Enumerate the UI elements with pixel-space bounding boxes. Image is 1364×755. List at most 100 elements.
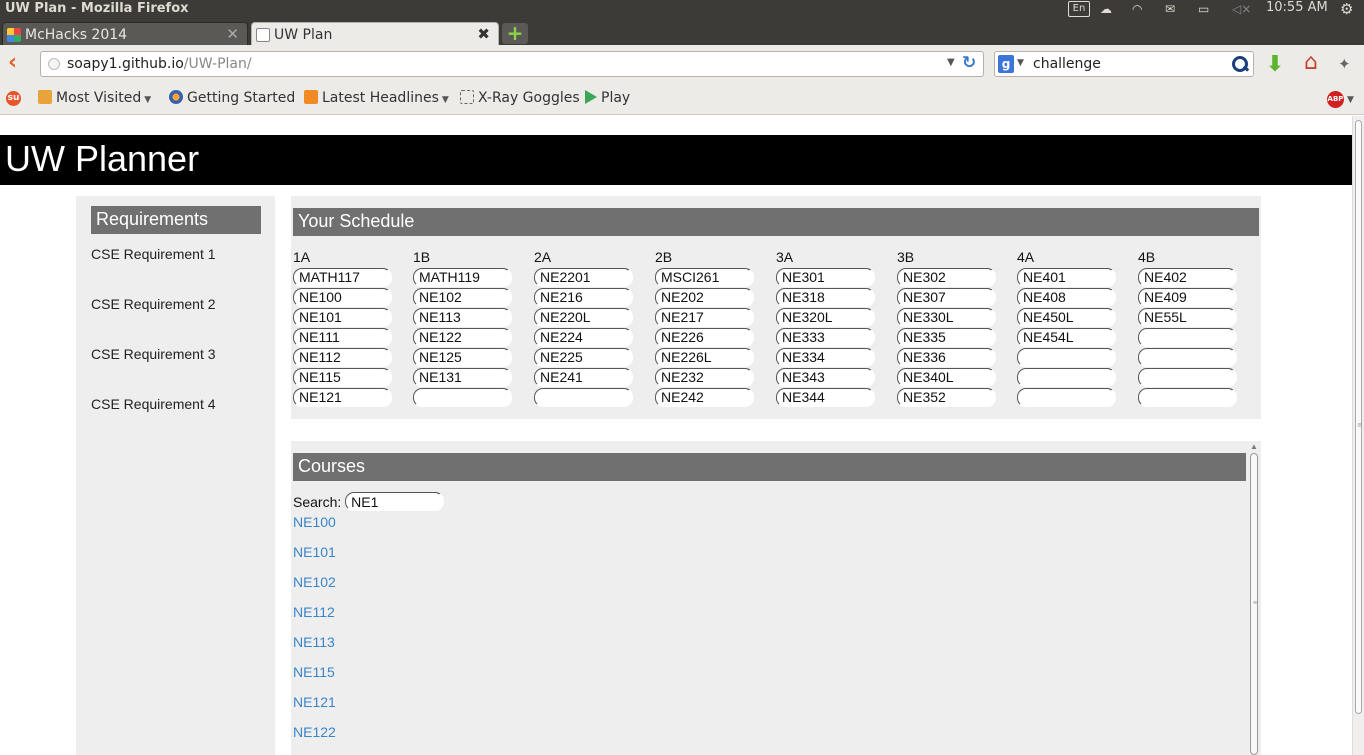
course-slot[interactable] [1017,348,1116,367]
requirement-item[interactable]: CSE Requirement 3 [91,346,216,362]
course-slot[interactable]: NE402 [1138,268,1237,287]
course-slot[interactable]: NE220L [534,308,633,327]
course-slot[interactable] [413,388,512,407]
courses-scrollbar[interactable]: ▲ ≡ [1247,441,1261,755]
course-slot[interactable]: NE125 [413,348,512,367]
course-slot[interactable]: NE333 [776,328,875,347]
course-slot[interactable]: NE335 [897,328,996,347]
course-slot[interactable]: NE112 [293,348,392,367]
course-slot[interactable] [534,388,633,407]
new-tab-plus-icon[interactable]: + [502,23,528,44]
course-slot[interactable] [1017,368,1116,387]
requirement-item[interactable]: CSE Requirement 1 [91,246,216,262]
url-bar[interactable]: soapy1.github.io/UW-Plan/ ▼ ↻ [40,51,984,77]
course-slot[interactable]: NE336 [897,348,996,367]
course-slot[interactable]: NE241 [534,368,633,387]
course-slot[interactable]: NE454L [1017,328,1116,347]
bookmark-play[interactable]: Play [585,90,630,108]
course-slot[interactable]: MATH119 [413,268,512,287]
course-result-link[interactable]: NE112 [293,604,336,634]
course-slot[interactable]: NE131 [413,368,512,387]
course-slot[interactable]: MATH117 [293,268,392,287]
scroll-up-arrow-icon[interactable]: ▲ [1250,442,1258,451]
web-search-input[interactable]: challenge [1033,56,1101,72]
course-slot[interactable]: NE408 [1017,288,1116,307]
course-slot[interactable]: NE450L [1017,308,1116,327]
course-slot[interactable]: NE111 [293,328,392,347]
course-search-input[interactable] [345,492,445,511]
back-arrow-icon[interactable]: ‹ [8,52,26,74]
course-slot[interactable]: NE226 [655,328,754,347]
magnifier-icon[interactable] [1231,55,1249,73]
cloud-icon[interactable]: ☁ [1100,2,1120,18]
home-icon[interactable]: ⌂ [1298,50,1324,76]
keyboard-layout-indicator[interactable]: En [1068,1,1090,17]
course-result-link[interactable]: NE122 [293,724,336,754]
course-slot[interactable]: NE55L [1138,308,1237,327]
volume-muted-icon[interactable]: ◁× [1232,2,1252,18]
adblock-plus-icon[interactable]: ABP [1327,91,1344,108]
course-slot[interactable]: NE401 [1017,268,1116,287]
course-slot[interactable]: NE102 [413,288,512,307]
wifi-icon[interactable]: ◠ [1132,2,1154,18]
requirement-item[interactable]: CSE Requirement 4 [91,396,216,412]
requirement-item[interactable]: CSE Requirement 2 [91,296,216,312]
course-slot[interactable]: NE122 [413,328,512,347]
mail-icon[interactable]: ✉ [1165,2,1185,18]
course-result-link[interactable]: NE113 [293,634,336,664]
courses-scroll-thumb[interactable]: ≡ [1250,453,1258,755]
course-slot[interactable]: NE318 [776,288,875,307]
course-slot[interactable]: NE226L [655,348,754,367]
course-slot[interactable] [1017,388,1116,407]
course-slot[interactable]: NE100 [293,288,392,307]
course-slot[interactable]: NE301 [776,268,875,287]
course-slot[interactable]: NE320L [776,308,875,327]
course-result-link[interactable]: NE115 [293,664,336,694]
course-slot[interactable]: NE330L [897,308,996,327]
page-scroll-thumb[interactable]: ≡ [1355,120,1363,714]
course-slot[interactable]: NE334 [776,348,875,367]
bookmark-getting-started[interactable]: Getting Started [169,90,295,108]
course-slot[interactable]: NE340L [897,368,996,387]
close-tab-icon[interactable]: ✕ [226,25,239,43]
gear-icon[interactable]: ⚙ [1340,0,1360,18]
course-slot[interactable] [1138,328,1237,347]
course-slot[interactable]: NE232 [655,368,754,387]
url-text[interactable]: soapy1.github.io/UW-Plan/ [67,56,252,72]
course-slot[interactable]: NE307 [897,288,996,307]
course-slot[interactable]: NE242 [655,388,754,407]
tab-mchacks[interactable]: McHacks 2014 ✕ [2,22,248,45]
page-scrollbar[interactable]: ≡ [1352,116,1364,755]
dropdown-arrow-icon[interactable]: ▼ [1347,95,1354,105]
course-slot[interactable]: NE409 [1138,288,1237,307]
course-result-link[interactable]: NE101 [293,544,336,574]
course-slot[interactable]: NE216 [534,288,633,307]
course-slot[interactable]: NE225 [534,348,633,367]
course-slot[interactable]: NE217 [655,308,754,327]
bookmark-latest-headlines[interactable]: Latest Headlines ▼ [304,90,449,108]
course-slot[interactable]: NE101 [293,308,392,327]
clock[interactable]: 10:55 AM [1266,0,1330,16]
course-result-link[interactable]: NE102 [293,574,336,604]
battery-icon[interactable]: ▭ [1198,2,1222,18]
dropdown-arrow-icon[interactable]: ▼ [1017,58,1024,68]
reload-icon[interactable]: ↻ [962,53,976,73]
download-arrow-icon[interactable]: ⬇ [1264,52,1286,77]
dropdown-arrow-icon[interactable]: ▼ [947,57,955,68]
course-slot[interactable] [1138,368,1237,387]
course-slot[interactable]: NE202 [655,288,754,307]
course-slot[interactable]: NE352 [897,388,996,407]
course-slot[interactable]: NE121 [293,388,392,407]
course-slot[interactable] [1138,348,1237,367]
course-slot[interactable] [1138,388,1237,407]
course-result-link[interactable]: NE121 [293,694,336,724]
bookmark-xray-goggles[interactable]: X-Ray Goggles [460,90,580,108]
course-slot[interactable]: NE2201 [534,268,633,287]
course-slot[interactable]: NE343 [776,368,875,387]
course-slot[interactable]: MSCI261 [655,268,754,287]
web-search-bar[interactable]: g ▼ challenge [994,51,1254,77]
course-slot[interactable]: NE224 [534,328,633,347]
bookmark-most-visited[interactable]: Most Visited ▼ [38,90,151,108]
course-slot[interactable]: NE302 [897,268,996,287]
close-tab-icon[interactable]: ✖ [477,25,490,43]
